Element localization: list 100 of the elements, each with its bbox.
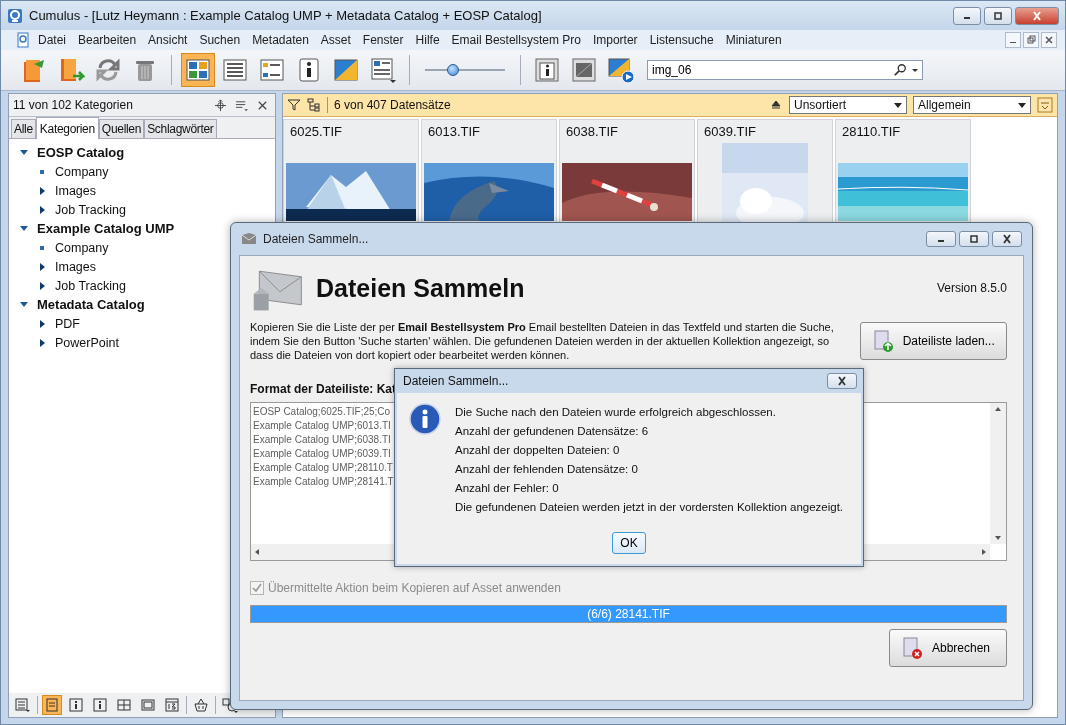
close-icon [1031, 10, 1043, 21]
expand-icon[interactable] [37, 261, 47, 272]
tab[interactable]: Schlagwörter [144, 119, 217, 138]
menu-item[interactable]: Hilfe [410, 33, 445, 47]
vertical-scrollbar[interactable] [990, 403, 1006, 544]
search-field[interactable]: img_06 [647, 60, 923, 80]
tab[interactable]: Kategorien [35, 117, 99, 139]
panel-icon[interactable] [1037, 97, 1053, 113]
info-icon [409, 403, 441, 435]
grid-icon [116, 697, 132, 713]
ok-button[interactable]: OK [612, 532, 646, 554]
tree-item[interactable]: Job Tracking [55, 278, 126, 293]
up-arrow-icon[interactable] [994, 405, 1002, 413]
tree-item[interactable]: Images [55, 183, 96, 198]
close-icon [1001, 234, 1013, 244]
view-dropdown[interactable]: Allgemein [913, 96, 1031, 114]
close-icon [1044, 35, 1054, 45]
tab[interactable]: Quellen [98, 119, 145, 138]
restore-button[interactable] [1023, 32, 1039, 48]
tree-item[interactable]: PowerPoint [55, 335, 119, 350]
category-count: 11 von 102 Kategorien [13, 98, 134, 112]
info-icon [68, 697, 84, 713]
right-arrow-icon[interactable] [980, 548, 988, 556]
minimize-button[interactable] [953, 6, 981, 25]
file-list-line: Example Catalog UMP;28110.T [253, 462, 393, 473]
cancel-button[interactable]: Abbrechen [889, 629, 1007, 667]
toolbar-button[interactable] [66, 695, 86, 715]
record-count: 6 von 407 Datensätze [334, 98, 452, 112]
file-list-line: Example Catalog UMP;28141.T [253, 476, 394, 487]
basket-icon [193, 697, 209, 713]
slider-thumb[interactable] [447, 64, 459, 76]
tree-item[interactable]: Metadata Catalog [37, 297, 145, 312]
menu-item[interactable]: Email Bestellsystem Pro [446, 33, 586, 47]
message-text: Anzahl der fehlenden Datensätze: 0 [455, 462, 639, 477]
down-arrow-icon[interactable] [994, 534, 1002, 542]
tree-item[interactable]: Images [55, 259, 96, 274]
expand-icon[interactable] [37, 318, 47, 329]
menu-item[interactable]: Importer [587, 33, 643, 47]
menu-item[interactable]: Listensuche [644, 33, 719, 47]
info-window-icon [533, 56, 561, 84]
close-button[interactable] [992, 231, 1022, 247]
sort-dropdown[interactable]: Unsortiert [789, 96, 907, 114]
close-icon [836, 376, 848, 386]
tree-item[interactable]: Job Tracking [55, 202, 126, 217]
load-list-button[interactable]: Dateiliste laden... [859, 322, 1007, 360]
info-icon [92, 697, 108, 713]
clipboard-icon [44, 697, 60, 713]
menu-item[interactable]: Fenster [357, 33, 409, 47]
menu-item[interactable]: Asset [315, 33, 356, 47]
message-text: Die Suche nach den Dateien wurde erfolgreich abgeschlossen. [455, 405, 777, 420]
tree-item[interactable]: Company [55, 240, 109, 255]
tree-item[interactable]: Company [55, 164, 109, 179]
document-cancel-icon [900, 636, 924, 660]
list-icon [15, 697, 31, 713]
hierarchy-icon[interactable] [307, 98, 321, 112]
menu-icon[interactable] [235, 98, 248, 112]
frame-icon [140, 697, 156, 713]
expand-icon[interactable] [37, 204, 47, 215]
detail-list-icon [258, 56, 286, 84]
expand-icon[interactable] [37, 280, 47, 291]
expand-icon[interactable] [37, 185, 47, 196]
window-title: Cumulus - [Lutz Heymann : Example Catalog UMP + Metadata Catalog + EOSP Catalog] [29, 8, 543, 23]
dialog-icon [241, 231, 257, 247]
menu-item[interactable]: Ansicht [143, 33, 193, 47]
tree-item[interactable]: Example Catalog UMP [37, 221, 175, 236]
menu-item[interactable]: Metadaten [247, 33, 314, 47]
progress-label: (6/6) 28141.TIF [587, 607, 670, 621]
file-name: 6013.TIF [427, 123, 482, 141]
tree-item[interactable]: PDF [55, 316, 80, 331]
maximize-icon [968, 234, 980, 244]
menu-item[interactable]: Bearbeiten [73, 33, 142, 47]
tree-item[interactable]: EOSP Catalog [37, 145, 125, 160]
expand-icon[interactable] [37, 337, 47, 348]
zoom-slider[interactable] [425, 62, 505, 78]
caret-icon [894, 101, 902, 109]
list-view-icon [221, 56, 249, 84]
search-icon[interactable] [893, 63, 907, 77]
close-button[interactable] [1041, 32, 1057, 48]
minimize-button[interactable] [1005, 32, 1021, 48]
version-label: Version 8.5.0 [936, 281, 1007, 295]
document-icon [15, 32, 31, 48]
caret-icon [1018, 101, 1026, 109]
slideshow-icon [607, 56, 635, 84]
caret-icon[interactable] [911, 66, 919, 74]
menu-item[interactable]: Miniaturen [720, 33, 787, 47]
message-text: Anzahl der doppelten Dateien: 0 [455, 443, 621, 458]
sort-icon[interactable] [769, 98, 783, 112]
tab[interactable]: Alle [11, 119, 36, 138]
minimize-button[interactable] [926, 231, 956, 247]
menu-item[interactable]: Suchen [194, 33, 246, 47]
toolbar-button[interactable] [90, 695, 110, 715]
file-name: 6038.TIF [565, 123, 620, 141]
close-button[interactable] [827, 373, 857, 389]
maximize-button[interactable] [984, 6, 1012, 25]
maximize-button[interactable] [959, 231, 989, 247]
menu-item[interactable]: Datei [33, 33, 71, 47]
filter-icon[interactable] [287, 98, 301, 112]
grid-view-icon [184, 56, 212, 84]
left-arrow-icon[interactable] [253, 548, 261, 556]
move-icon[interactable] [214, 98, 227, 112]
